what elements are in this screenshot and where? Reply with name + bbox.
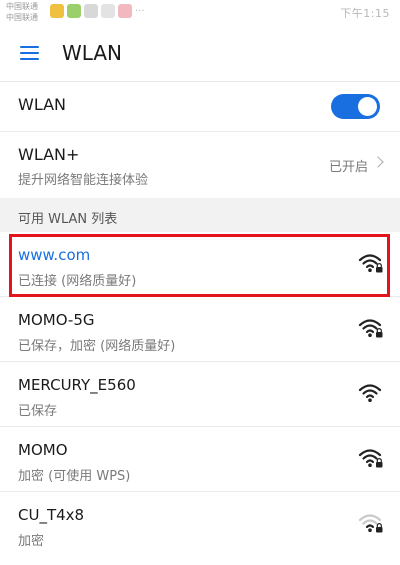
status-time: 下午1:15 <box>340 7 390 20</box>
wifi-weak-lock-icon <box>358 514 383 533</box>
network-item-mercury-e560[interactable]: MERCURY_E560 已保存 <box>0 362 400 427</box>
carrier-label-1: 中国联通 <box>6 2 38 11</box>
network-status: 加密 <box>18 534 45 549</box>
notification-icons: ··· <box>50 4 145 18</box>
app-notification-icon <box>67 4 81 18</box>
network-name: MERCURY_E560 <box>18 376 136 394</box>
wifi-lock-icon <box>358 319 383 338</box>
wlan-label: WLAN <box>18 95 67 114</box>
wlan-plus-status: 已开启 <box>328 160 368 175</box>
wlan-toggle-row[interactable]: WLAN <box>0 82 400 132</box>
wlan-plus-row[interactable]: WLAN+ 提升网络智能连接体验 已开启 <box>0 132 400 198</box>
available-networks-header: 可用 WLAN 列表 <box>0 198 400 232</box>
network-name: CU_T4x8 <box>18 506 85 524</box>
heart-icon <box>84 4 98 18</box>
network-status: 已连接 (网络质量好) <box>18 274 137 289</box>
network-item-momo[interactable]: MOMO 加密 (可使用 WPS) <box>0 427 400 492</box>
network-status: 已保存 <box>18 404 58 419</box>
app-bar: WLAN <box>0 26 400 82</box>
wlan-toggle-switch[interactable] <box>331 94 380 119</box>
app-notification-icon <box>118 4 132 18</box>
section-title: 可用 WLAN 列表 <box>18 212 118 227</box>
network-item-www-com[interactable]: www.com 已连接 (网络质量好) <box>0 232 400 297</box>
network-status: 加密 (可使用 WPS) <box>18 469 131 484</box>
chevron-right-icon <box>372 156 384 168</box>
network-status: 已保存，加密 (网络质量好) <box>18 339 176 354</box>
network-name: MOMO <box>18 441 68 459</box>
network-name: MOMO-5G <box>18 311 95 329</box>
cloud-icon <box>101 4 115 18</box>
network-item-momo-5g[interactable]: MOMO-5G 已保存，加密 (网络质量好) <box>0 297 400 362</box>
wifi-lock-icon <box>358 254 383 273</box>
status-bar: 中国联通 中国联通 ··· 下午1:15 <box>0 0 400 26</box>
wifi-lock-icon <box>358 449 383 468</box>
carrier-label-2: 中国联通 <box>6 13 38 22</box>
wlan-plus-subtitle: 提升网络智能连接体验 <box>18 173 149 188</box>
wifi-icon <box>358 384 382 402</box>
app-notification-icon <box>50 4 64 18</box>
network-name: www.com <box>18 246 91 264</box>
wlan-plus-label: WLAN+ <box>18 145 80 164</box>
network-item-cu-t4x8[interactable]: CU_T4x8 加密 <box>0 492 400 557</box>
menu-icon[interactable] <box>14 40 44 68</box>
more-notifications-icon: ··· <box>135 5 145 17</box>
page-title: WLAN <box>62 41 123 65</box>
